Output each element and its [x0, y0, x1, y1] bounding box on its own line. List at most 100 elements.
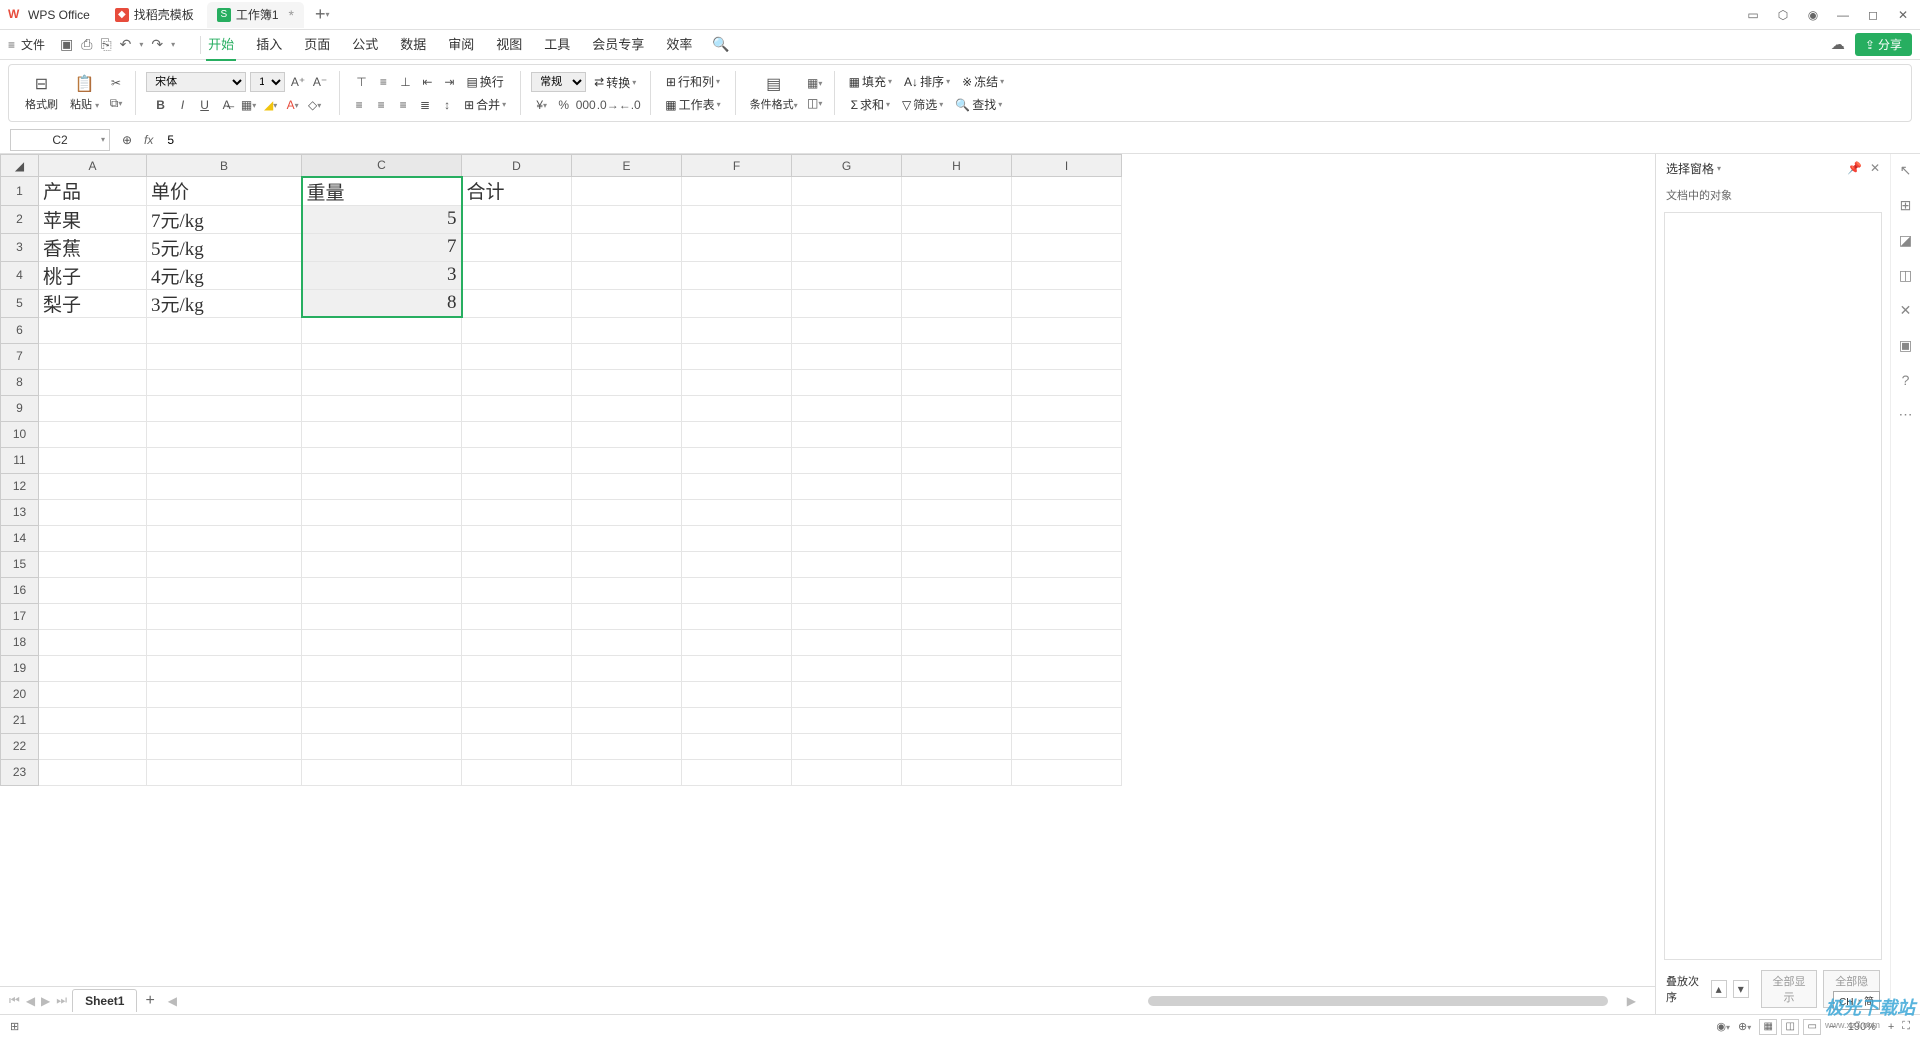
cell-F5[interactable] — [682, 289, 792, 317]
cell-G6[interactable] — [792, 317, 902, 343]
cell-C8[interactable] — [302, 369, 462, 395]
cell-C3[interactable]: 7 — [302, 233, 462, 261]
cell-E15[interactable] — [572, 551, 682, 577]
indent-decrease-icon[interactable]: ⇤ — [418, 73, 436, 91]
fullscreen-icon[interactable]: ⛶ — [1902, 1020, 1910, 1033]
reader-icon[interactable]: ▭ — [1744, 6, 1762, 24]
cell-F3[interactable] — [682, 233, 792, 261]
cell-B1[interactable]: 单价 — [147, 177, 302, 206]
cell-C2[interactable]: 5 — [302, 205, 462, 233]
cell-I20[interactable] — [1012, 681, 1122, 707]
image-icon[interactable]: ▣ — [1899, 337, 1912, 354]
view-page[interactable]: ◫ — [1781, 1019, 1799, 1035]
cell-E11[interactable] — [572, 447, 682, 473]
status-icon[interactable]: ⊞ — [10, 1020, 19, 1033]
add-sheet-button[interactable]: + — [145, 992, 154, 1010]
cell-D5[interactable] — [462, 289, 572, 317]
align-right-icon[interactable]: ≡ — [394, 96, 412, 114]
cell-E10[interactable] — [572, 421, 682, 447]
menu-tab-0[interactable]: 开始 — [206, 28, 236, 61]
underline-button[interactable]: U — [196, 96, 214, 114]
cell-H14[interactable] — [902, 525, 1012, 551]
zoom-value[interactable]: 190% — [1848, 1021, 1876, 1033]
tab-templates[interactable]: ◆ 找稻壳模板 — [105, 2, 204, 28]
decrease-font-icon[interactable]: A⁻ — [311, 73, 329, 91]
cell-H6[interactable] — [902, 317, 1012, 343]
cell-F14[interactable] — [682, 525, 792, 551]
cell-E8[interactable] — [572, 369, 682, 395]
cell-G1[interactable] — [792, 177, 902, 206]
cell-I22[interactable] — [1012, 733, 1122, 759]
expand-icon[interactable]: ⊕ — [118, 131, 136, 149]
close-button[interactable]: ✕ — [1894, 6, 1912, 24]
menu-tab-8[interactable]: 会员专享 — [590, 28, 646, 61]
cell-D23[interactable] — [462, 759, 572, 785]
cell-D22[interactable] — [462, 733, 572, 759]
name-box[interactable]: C2▾ — [10, 129, 110, 151]
cell-D20[interactable] — [462, 681, 572, 707]
cell-B12[interactable] — [147, 473, 302, 499]
user-icon[interactable]: ◉ — [1804, 6, 1822, 24]
cell-D19[interactable] — [462, 655, 572, 681]
hscroll-right[interactable]: ▶ — [1624, 994, 1639, 1008]
cell-H8[interactable] — [902, 369, 1012, 395]
horizontal-scrollbar[interactable] — [1138, 996, 1618, 1006]
cell-B5[interactable]: 3元/kg — [147, 289, 302, 317]
file-menu[interactable]: 文件 — [21, 36, 45, 53]
cell-B15[interactable] — [147, 551, 302, 577]
cell-I16[interactable] — [1012, 577, 1122, 603]
cell-E21[interactable] — [572, 707, 682, 733]
cell-G3[interactable] — [792, 233, 902, 261]
increase-font-icon[interactable]: A⁺ — [289, 73, 307, 91]
cell-G12[interactable] — [792, 473, 902, 499]
col-header-H[interactable]: H — [902, 155, 1012, 177]
hscroll-left[interactable]: ◀ — [165, 994, 180, 1008]
row-header-10[interactable]: 10 — [1, 421, 39, 447]
sheet-nav-last[interactable]: ⏭ — [53, 993, 70, 1008]
cell-D10[interactable] — [462, 421, 572, 447]
font-size-select[interactable]: 11 — [250, 72, 285, 92]
row-header-21[interactable]: 21 — [1, 707, 39, 733]
cell-D1[interactable]: 合计 — [462, 177, 572, 206]
rows-cols-button[interactable]: ⊞ 行和列▾ — [662, 72, 724, 91]
cell-H23[interactable] — [902, 759, 1012, 785]
cell-B22[interactable] — [147, 733, 302, 759]
cell-D12[interactable] — [462, 473, 572, 499]
cell-G5[interactable] — [792, 289, 902, 317]
cell-I2[interactable] — [1012, 205, 1122, 233]
cell-F8[interactable] — [682, 369, 792, 395]
cell-B7[interactable] — [147, 343, 302, 369]
cell-G10[interactable] — [792, 421, 902, 447]
cell-D7[interactable] — [462, 343, 572, 369]
wrap-text-button[interactable]: ▤ 换行 — [462, 72, 507, 91]
select-tool-icon[interactable]: ↖ — [1900, 162, 1912, 179]
cell-D11[interactable] — [462, 447, 572, 473]
save-icon[interactable]: ▣ — [60, 36, 73, 53]
print-icon[interactable]: ⎙ — [81, 36, 92, 53]
menu-tab-4[interactable]: 数据 — [398, 28, 428, 61]
cell-F13[interactable] — [682, 499, 792, 525]
col-header-E[interactable]: E — [572, 155, 682, 177]
align-center-icon[interactable]: ≡ — [372, 96, 390, 114]
cell-I6[interactable] — [1012, 317, 1122, 343]
cell-E17[interactable] — [572, 603, 682, 629]
cell-G22[interactable] — [792, 733, 902, 759]
cell-C5[interactable]: 8 — [302, 289, 462, 317]
row-header-14[interactable]: 14 — [1, 525, 39, 551]
align-top-icon[interactable]: ⊤ — [352, 73, 370, 91]
col-header-B[interactable]: B — [147, 155, 302, 177]
cell-A7[interactable] — [39, 343, 147, 369]
thousands-icon[interactable]: 000 — [577, 96, 595, 114]
cell-C1[interactable]: 重量 — [302, 177, 462, 206]
cell-C23[interactable] — [302, 759, 462, 785]
formula-input[interactable] — [161, 129, 1910, 151]
cell-G14[interactable] — [792, 525, 902, 551]
freeze-button[interactable]: ※ 冻结▾ — [958, 72, 1008, 91]
number-format-select[interactable]: 常规 — [531, 72, 586, 92]
cell-I23[interactable] — [1012, 759, 1122, 785]
cell-H22[interactable] — [902, 733, 1012, 759]
cell-C4[interactable]: 3 — [302, 261, 462, 289]
view-normal[interactable]: ▦ — [1759, 1019, 1777, 1035]
justify-icon[interactable]: ≣ — [416, 96, 434, 114]
pin-icon[interactable]: 📌 — [1847, 161, 1862, 175]
